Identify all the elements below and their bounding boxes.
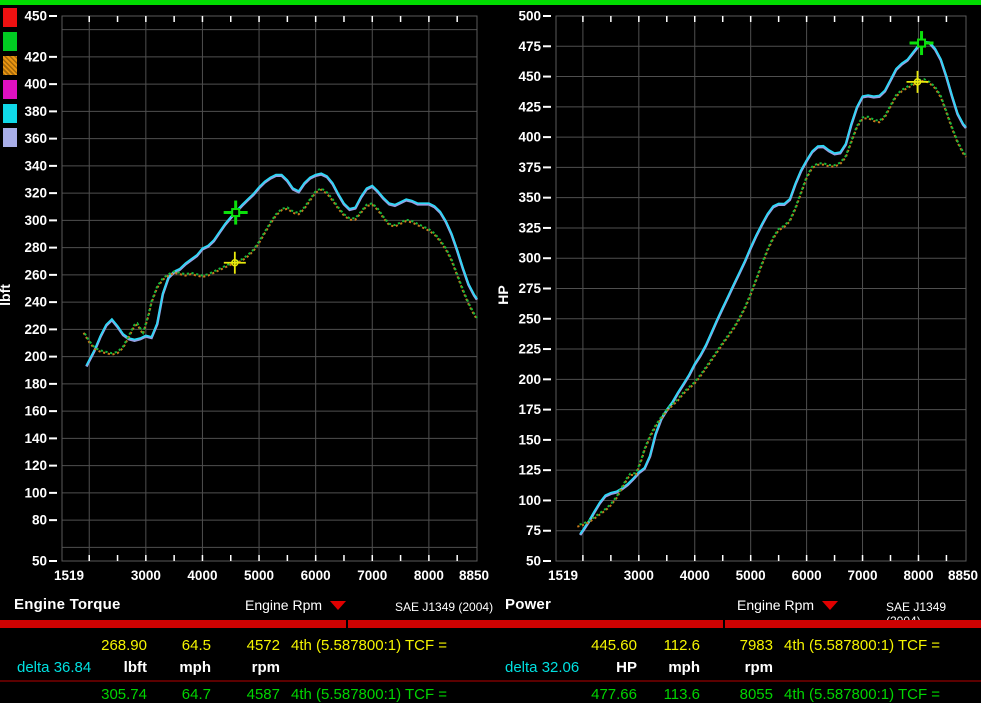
y-tick-label: 250 [518, 311, 541, 326]
y-tick-label: 140 [24, 431, 47, 446]
power-value: 477.66 [591, 686, 637, 703]
x-tick-label: 1519 [548, 568, 578, 583]
power-readout-row-run2: 477.66 113.6 8055 4th (5.587800:1) TCF = [0, 686, 981, 703]
x-tick-label: 5000 [736, 568, 766, 583]
y-tick-label: 500 [518, 9, 541, 24]
y-tick-label: 200 [518, 372, 541, 387]
x-tick-label: 7000 [357, 568, 387, 583]
run-dotted-green-orange-orange [577, 79, 967, 528]
y-tick-label: 180 [24, 376, 47, 391]
power-unit: HP [616, 659, 637, 676]
power-value: 445.60 [591, 637, 637, 654]
y-tick-label: 300 [518, 251, 541, 266]
y-tick-label: 75 [526, 523, 542, 538]
y-tick-label: 325 [518, 220, 541, 235]
gear-info: 4th (5.587800:1) TCF = [784, 686, 941, 703]
run-solid-cyan-lavender-cyan [579, 40, 967, 535]
rpm-unit: rpm [744, 659, 773, 676]
speed-value: 112.6 [663, 637, 700, 654]
run-solid-cyan-lavender-cyan [85, 172, 478, 366]
torque-correction-standard: SAE J1349 (2004) [395, 600, 494, 614]
y-tick-label: 175 [518, 402, 541, 417]
power-chart[interactable]: 500 475 450 425 400 375 350 325 300 275 250 225 200 1… [497, 0, 981, 588]
speed-value: 113.6 [663, 686, 700, 703]
y-tick-label: 300 [24, 213, 47, 228]
y-tick-label: 120 [24, 458, 47, 473]
y-tick-label: 240 [24, 295, 47, 310]
power-chart-title: Power [505, 596, 552, 613]
y-tick-label: 360 [24, 131, 47, 146]
xaxis-dropdown-icon[interactable] [330, 601, 346, 610]
y-tick-label: 125 [518, 463, 541, 478]
x-tick-label: 4000 [187, 568, 217, 583]
y-axis-title: lbft [0, 284, 13, 306]
y-tick-label: 80 [32, 513, 47, 528]
readout-separator-line [0, 680, 981, 682]
red-bar-notch [723, 620, 725, 628]
y-tick-label: 320 [24, 186, 47, 201]
y-tick-label: 380 [24, 104, 47, 119]
y-tick-label: 225 [518, 342, 541, 357]
x-tick-label: 8000 [903, 568, 933, 583]
red-bar-notch [346, 620, 348, 628]
rpm-value: 7983 [739, 637, 773, 654]
run-dotted-green-orange-green [82, 187, 478, 355]
torque-chart-footer: Engine Torque Engine Rpm SAE J1349 (2004… [0, 588, 497, 620]
dyno-app-window: { "app": { "top_bar_color": "#00dc00", "… [0, 0, 981, 703]
xaxis-dropdown-icon[interactable] [822, 601, 838, 610]
x-tick-label: 1519 [54, 568, 84, 583]
torque-chart-title: Engine Torque [14, 596, 121, 613]
y-tick-label: 400 [24, 77, 47, 92]
y-tick-label: 450 [24, 9, 47, 24]
torque-xaxis-name: Engine Rpm [245, 597, 323, 613]
gear-info: 4th (5.587800:1) TCF = [784, 637, 941, 654]
x-tick-label: 6000 [301, 568, 331, 583]
y-tick-label: 160 [24, 404, 47, 419]
y-tick-label: 420 [24, 49, 47, 64]
power-readout-units-row: delta 32.06 HP mph rpm [0, 659, 981, 676]
x-tick-label: 8000 [414, 568, 444, 583]
y-tick-label: 220 [24, 322, 47, 337]
power-xaxis-name: Engine Rpm [737, 597, 815, 613]
y-tick-label: 50 [526, 554, 541, 569]
x-tick-label: 7000 [848, 568, 878, 583]
y-tick-label: 400 [518, 130, 541, 145]
y-tick-label: 475 [518, 39, 541, 54]
x-tick-label: 5000 [244, 568, 274, 583]
speed-unit: mph [668, 659, 700, 676]
x-tick-label: 3000 [624, 568, 654, 583]
cursor-center-square[interactable] [917, 38, 927, 48]
y-tick-label: 375 [518, 160, 541, 175]
y-axis-title: HP [497, 285, 511, 304]
y-tick-label: 100 [24, 485, 47, 500]
x-tick-label: 4000 [680, 568, 710, 583]
y-tick-label: 450 [518, 69, 541, 84]
power-chart-footer: Power Engine Rpm SAE J1349 (2004) [497, 588, 981, 628]
rpm-value: 8055 [739, 686, 773, 703]
torque-chart[interactable]: 450 420 400 380 360 340 320 300 280 260 240 220 200 1… [0, 0, 497, 588]
run-dotted-green-orange-green [577, 78, 967, 527]
divider-red-bar [0, 620, 981, 628]
x-tick-label: 8850 [459, 568, 489, 583]
y-tick-label: 200 [24, 349, 47, 364]
x-tick-label: 3000 [131, 568, 161, 583]
y-tick-label: 340 [24, 158, 47, 173]
y-tick-label: 275 [518, 281, 541, 296]
plot-border [61, 15, 478, 562]
y-tick-label: 100 [518, 493, 541, 508]
x-tick-label: 8850 [948, 568, 978, 583]
power-readout-row-run1: 445.60 112.6 7983 4th (5.587800:1) TCF = [0, 637, 981, 654]
y-tick-label: 50 [32, 554, 47, 569]
y-tick-label: 280 [24, 240, 47, 255]
y-tick-label: 150 [518, 432, 541, 447]
y-tick-label: 260 [24, 267, 47, 282]
y-tick-label: 350 [518, 190, 541, 205]
cursor-center-square[interactable] [231, 208, 241, 218]
x-tick-label: 6000 [792, 568, 822, 583]
y-tick-label: 425 [518, 99, 541, 114]
